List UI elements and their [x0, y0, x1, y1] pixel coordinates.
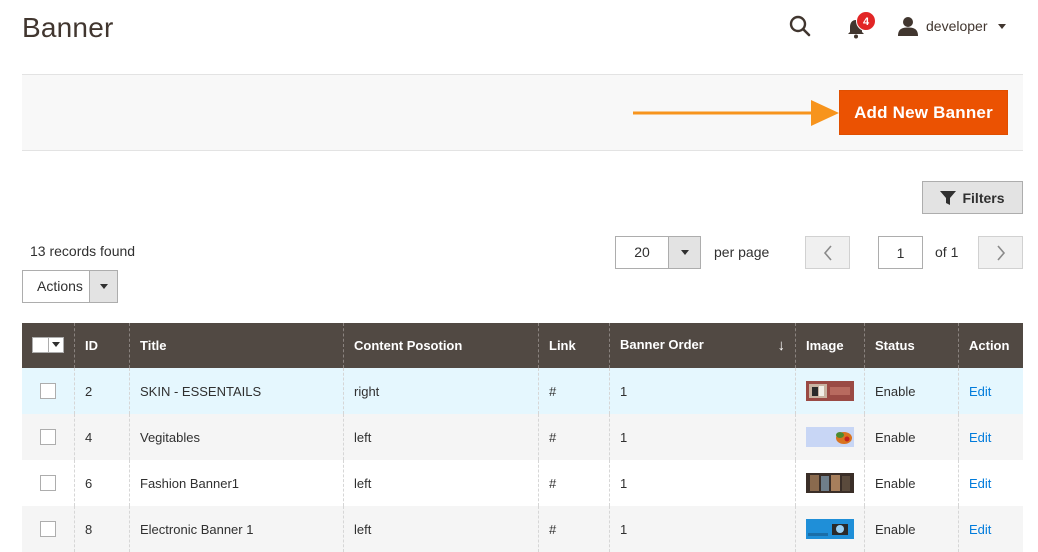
banner-thumbnail-image [806, 427, 854, 447]
search-icon[interactable] [788, 14, 812, 38]
user-icon [898, 17, 918, 36]
cell-link: # [538, 414, 610, 460]
cell-position: left [343, 506, 539, 552]
cell-order: 1 [609, 460, 796, 506]
grid-header-row: ID Title Content Posotion Link Banner Or… [22, 323, 1023, 368]
total-pages-text: of 1 [935, 244, 959, 260]
cell-id: 6 [74, 460, 130, 506]
chevron-down-icon [680, 250, 689, 255]
banner-grid: ID Title Content Posotion Link Banner Or… [22, 323, 1023, 552]
cell-position: left [343, 414, 539, 460]
row-checkbox[interactable] [40, 429, 56, 446]
cell-link: # [538, 368, 610, 414]
arrow-annotation [633, 99, 839, 127]
per-page-toggle[interactable] [668, 237, 700, 268]
column-header-action: Action [958, 323, 1023, 368]
cell-id: 8 [74, 506, 130, 552]
cell-order: 1 [609, 506, 796, 552]
per-page-select[interactable]: 20 [615, 236, 701, 269]
table-row[interactable]: 8 Electronic Banner 1 left # 1 Enable Ed… [22, 506, 1023, 552]
cell-link: # [538, 460, 610, 506]
banner-thumbnail-image [806, 519, 854, 539]
mass-actions-select[interactable]: Actions [22, 270, 118, 303]
cell-status: Enable [864, 414, 959, 460]
row-checkbox[interactable] [40, 475, 56, 492]
column-header-id[interactable]: ID [74, 323, 130, 368]
edit-link[interactable]: Edit [969, 384, 991, 399]
cell-position: left [343, 460, 539, 506]
cell-image [795, 414, 865, 460]
edit-link[interactable]: Edit [969, 522, 991, 537]
edit-link[interactable]: Edit [969, 476, 991, 491]
cell-title: SKIN - ESSENTAILS [129, 368, 344, 414]
user-account-menu[interactable]: developer [898, 14, 1008, 38]
cell-position: right [343, 368, 539, 414]
column-header-status[interactable]: Status [864, 323, 959, 368]
cell-status: Enable [864, 460, 959, 506]
edit-link[interactable]: Edit [969, 430, 991, 445]
mass-select-dropdown[interactable] [32, 336, 64, 353]
mass-actions-toggle[interactable] [89, 271, 117, 302]
table-row[interactable]: 2 SKIN - ESSENTAILS right # 1 Enable Edi… [22, 368, 1023, 414]
cell-status: Enable [864, 368, 959, 414]
per-page-label: per page [714, 244, 770, 260]
next-page-button[interactable] [978, 236, 1023, 269]
user-name: developer [926, 18, 988, 34]
cell-order: 1 [609, 414, 796, 460]
banner-thumbnail-image [806, 473, 854, 493]
cell-status: Enable [864, 506, 959, 552]
chevron-down-icon [52, 342, 60, 347]
records-found-text: 13 records found [30, 243, 136, 259]
page-actions-bar: Add New Banner [22, 74, 1023, 151]
row-checkbox[interactable] [40, 383, 56, 400]
cell-image [795, 368, 865, 414]
column-header-content-position[interactable]: Content Posotion [343, 323, 539, 368]
row-checkbox[interactable] [40, 521, 56, 538]
chevron-down-icon [99, 284, 108, 289]
previous-page-button[interactable] [805, 236, 850, 269]
filters-button[interactable]: Filters [922, 181, 1023, 214]
mass-select-checkbox[interactable] [33, 337, 49, 352]
mass-select-header [22, 323, 75, 368]
cell-order: 1 [609, 368, 796, 414]
cell-id: 4 [74, 414, 130, 460]
chevron-right-icon [996, 244, 1005, 261]
funnel-icon [940, 190, 957, 205]
add-new-banner-button[interactable]: Add New Banner [839, 90, 1008, 135]
mass-actions-label: Actions [37, 278, 83, 294]
cell-link: # [538, 506, 610, 552]
cell-image [795, 460, 865, 506]
banner-thumbnail-image [806, 381, 854, 401]
column-header-title[interactable]: Title [129, 323, 344, 368]
notification-count-badge: 4 [856, 11, 876, 31]
column-header-link[interactable]: Link [538, 323, 610, 368]
sort-descending-icon: ↓ [777, 337, 786, 354]
cell-image [795, 506, 865, 552]
banner-order-label: Banner Order [620, 337, 704, 352]
cell-title: Vegitables [129, 414, 344, 460]
column-header-image[interactable]: Image [795, 323, 865, 368]
cell-title: Fashion Banner1 [129, 460, 344, 506]
cell-title: Electronic Banner 1 [129, 506, 344, 552]
chevron-down-icon [997, 23, 1006, 29]
column-header-banner-order[interactable]: Banner Order ↓ [609, 323, 796, 368]
page-title: Banner [22, 12, 114, 43]
cell-id: 2 [74, 368, 130, 414]
notifications-button[interactable]: 4 [846, 11, 876, 40]
chevron-left-icon [823, 244, 832, 261]
table-row[interactable]: 4 Vegitables left # 1 Enable Edit [22, 414, 1023, 460]
table-row[interactable]: 6 Fashion Banner1 left # 1 Enable Edit [22, 460, 1023, 506]
per-page-value: 20 [634, 244, 650, 260]
filters-label: Filters [962, 189, 1005, 206]
page-number-input[interactable] [878, 236, 923, 269]
